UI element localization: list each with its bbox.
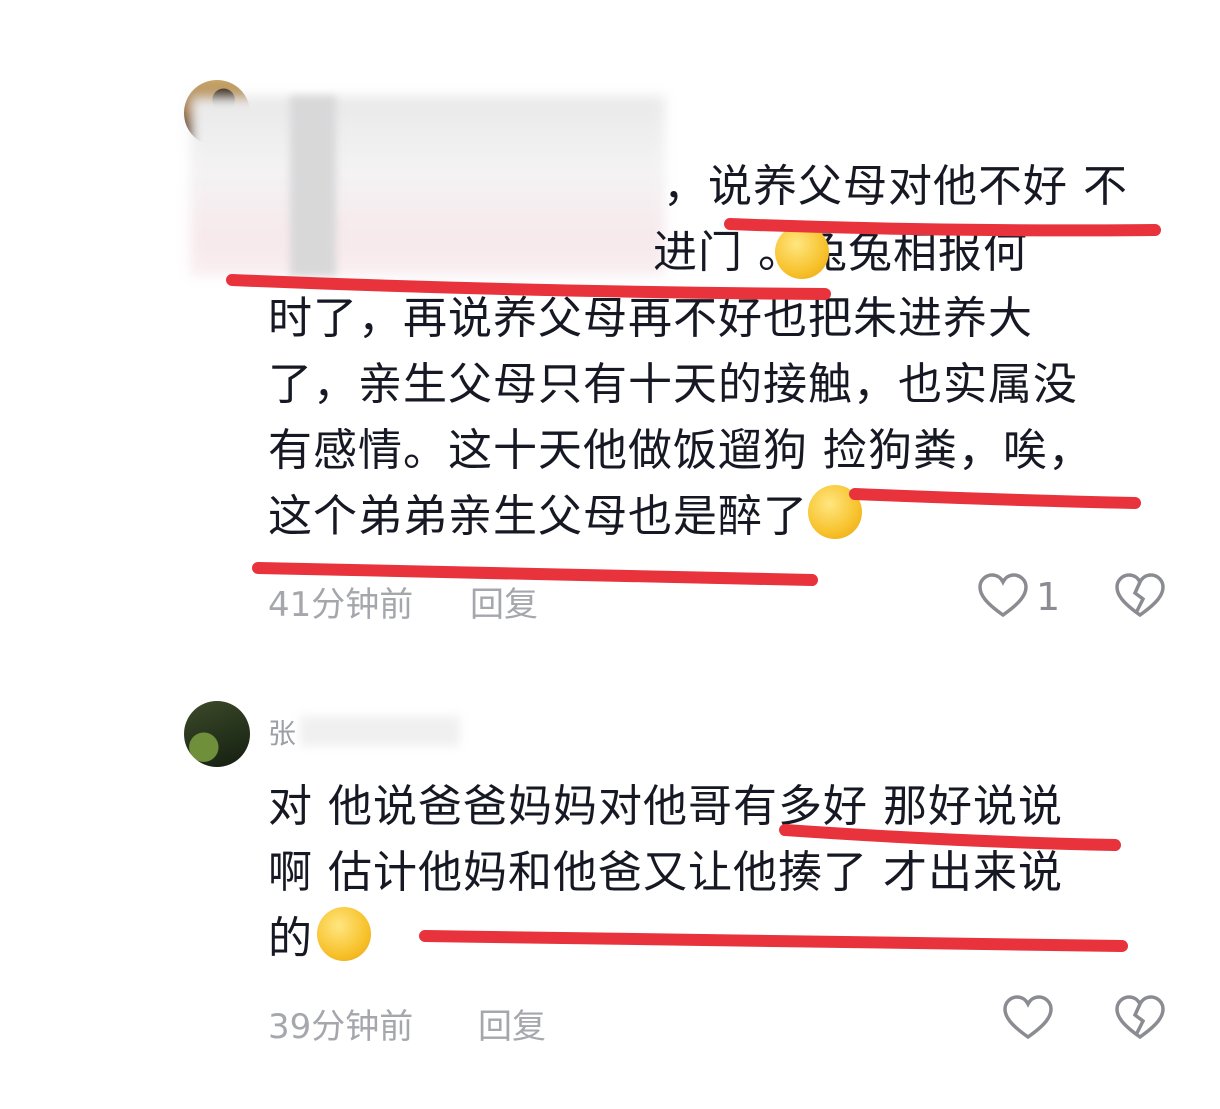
heart-icon[interactable] bbox=[978, 573, 1028, 619]
comment-line: 对 他说爸爸妈妈对他哥有多好 那好说说 bbox=[268, 781, 1063, 832]
comment-line: 进门 。兔兔相报何 bbox=[268, 220, 1168, 286]
broken-heart-icon[interactable] bbox=[1115, 995, 1165, 1041]
comment-item: ，说养父母对他不好 不 进门 。兔兔相报何 时了，再说养父母再不好也把朱进养大 … bbox=[0, 0, 1220, 650]
comment-time: 41分钟前 bbox=[268, 585, 414, 625]
comment-text: 对 他说爸爸妈妈对他哥有多好 那好说说 啊 估计他妈和他爸又让他揍了 才出来说 … bbox=[268, 774, 1168, 972]
username[interactable]: 张 bbox=[268, 712, 296, 752]
avatar[interactable] bbox=[184, 701, 250, 767]
comment-time: 39分钟前 bbox=[268, 1007, 414, 1047]
broken-heart-icon[interactable] bbox=[1115, 573, 1165, 619]
reply-button[interactable]: 回复 bbox=[478, 999, 546, 1048]
crying-emoji bbox=[775, 225, 829, 279]
comment-line: 了，亲生父母只有十天的接触，也实属没 bbox=[268, 359, 1078, 410]
comment-line: 啊 估计他妈和他爸又让他揍了 才出来说 bbox=[268, 847, 1063, 898]
sweat-smile-emoji bbox=[317, 907, 371, 961]
comment-line: 的 bbox=[268, 906, 1168, 972]
heart-icon[interactable] bbox=[1003, 995, 1053, 1041]
comment-text: ，说养父母对他不好 不 进门 。兔兔相报何 时了，再说养父母再不好也把朱进养大 … bbox=[268, 154, 1168, 550]
comment-line-text: 进门 。兔兔相报何 bbox=[653, 227, 1028, 278]
comment-item: 张 对 他说爸爸妈妈对他哥有多好 那好说说 啊 估计他妈和他爸又让他揍了 才出来… bbox=[0, 650, 1220, 1109]
comment-line: 有感情。这十天他做饭遛狗 捡狗粪，唉， bbox=[268, 425, 1093, 476]
comment-line-text: 的 bbox=[268, 913, 313, 964]
like-count: 1 bbox=[1036, 575, 1061, 619]
comment-line: 时了，再说养父母再不好也把朱进养大 bbox=[268, 293, 1033, 344]
laughing-tears-emoji bbox=[808, 485, 862, 539]
redacted-area bbox=[300, 716, 460, 746]
comment-line: ，说养父母对他不好 不 bbox=[663, 161, 1128, 212]
comment-line: 这个弟弟亲生父母也是醉了 bbox=[268, 484, 1168, 550]
reply-button[interactable]: 回复 bbox=[470, 577, 538, 626]
comment-line-text: 这个弟弟亲生父母也是醉了 bbox=[268, 491, 808, 542]
